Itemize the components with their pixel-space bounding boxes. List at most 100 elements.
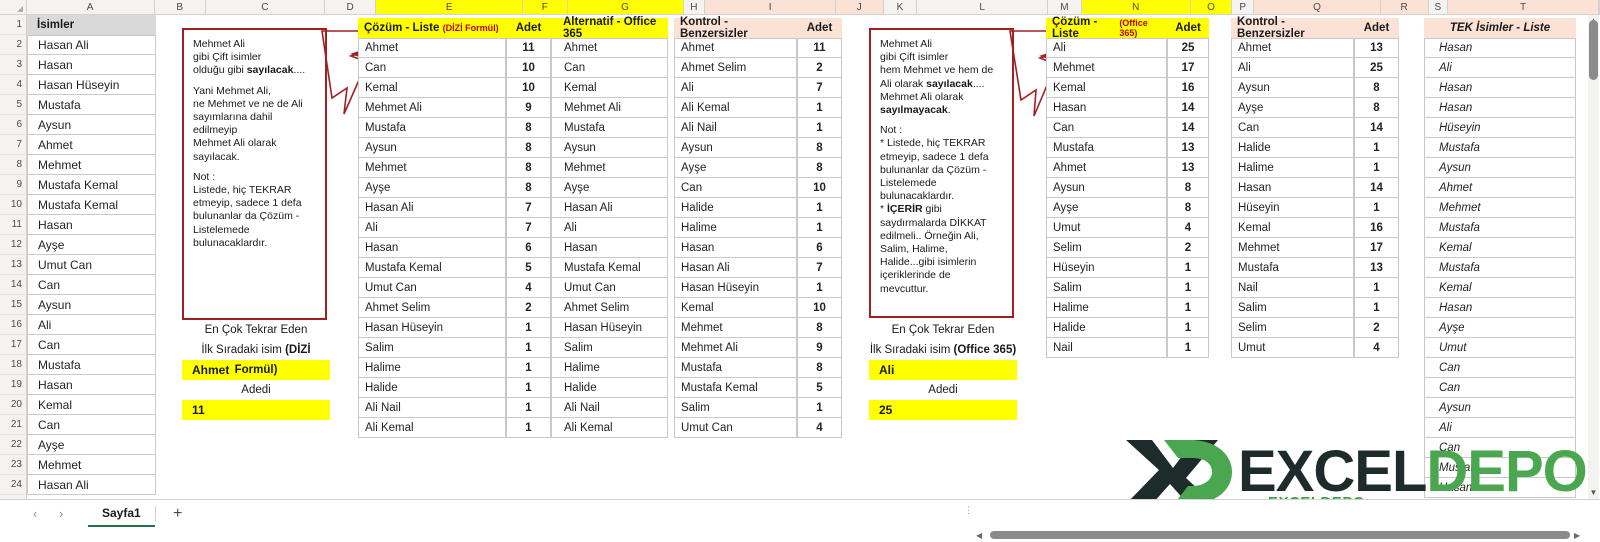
kontrol-1-name-cell[interactable]: Mehmet	[674, 318, 797, 338]
vertical-scrollbar-thumb[interactable]	[1589, 20, 1598, 80]
sheet-tab-sayfa1[interactable]: Sayfa1	[88, 501, 155, 527]
kontrol-1-name-cell[interactable]: Hasan	[674, 238, 797, 258]
cozum-dizi-adet-cell[interactable]: 2	[506, 298, 551, 318]
kontrol-2-adet-cell[interactable]: 1	[1354, 138, 1399, 158]
column-header-D[interactable]: D	[324, 0, 377, 14]
kontrol-2-adet-cell[interactable]: 17	[1354, 238, 1399, 258]
kontrol-1-adet-cell[interactable]: 1	[797, 278, 842, 298]
kontrol-2-name-cell[interactable]: Halime	[1231, 158, 1354, 178]
kontrol-1-adet-cell[interactable]: 4	[797, 418, 842, 438]
isimler-cell[interactable]: Mustafa	[27, 355, 156, 375]
kontrol-2-name-cell[interactable]: Umut	[1231, 338, 1354, 358]
cozum-dizi-name-cell[interactable]: Halime	[358, 358, 506, 378]
tek-isimler-cell[interactable]: Umut	[1424, 338, 1576, 358]
kontrol-2-name-cell[interactable]: Hasan	[1231, 178, 1354, 198]
cozum-dizi-adet-cell[interactable]: 1	[506, 338, 551, 358]
cozum-365-name-cell[interactable]: Aysun	[1046, 178, 1167, 198]
column-header-J[interactable]: J	[836, 0, 884, 14]
kontrol-2-name-cell[interactable]: Ayşe	[1231, 98, 1354, 118]
cozum-365-name-cell[interactable]: Umut	[1046, 218, 1167, 238]
cozum-365-name-cell[interactable]: Selim	[1046, 238, 1167, 258]
kontrol-1-adet-cell[interactable]: 7	[797, 78, 842, 98]
cozum-dizi-name-cell[interactable]: Mehmet Ali	[358, 98, 506, 118]
column-header-O[interactable]: O	[1190, 0, 1233, 14]
kontrol-2-name-cell[interactable]: Ahmet	[1231, 38, 1354, 58]
row-header-14[interactable]: 14	[0, 275, 26, 295]
tek-isimler-cell[interactable]: Mustafa	[1424, 218, 1576, 238]
cozum-dizi-adet-cell[interactable]: 11	[506, 38, 551, 58]
cozum-365-name-cell[interactable]: Hasan	[1046, 98, 1167, 118]
cozum-dizi-name-cell[interactable]: Ahmet Selim	[358, 298, 506, 318]
cozum-dizi-name-cell[interactable]: Hasan Ali	[358, 198, 506, 218]
tek-isimler-cell[interactable]: Ahmet	[1424, 178, 1576, 198]
kontrol-2-name-cell[interactable]: Ali	[1231, 58, 1354, 78]
cozum-365-name-cell[interactable]: Can	[1046, 118, 1167, 138]
isimler-cell[interactable]: Mustafa Kemal	[27, 175, 156, 195]
cozum-365-name-cell[interactable]: Ali	[1046, 38, 1167, 58]
isimler-cell[interactable]: Can	[27, 275, 156, 295]
isimler-cell[interactable]: Mustafa	[27, 95, 156, 115]
kontrol-1-adet-cell[interactable]: 10	[797, 178, 842, 198]
cozum-dizi-alt-cell[interactable]: Hasan Ali	[551, 198, 668, 218]
cozum-dizi-alt-cell[interactable]: Hasan	[551, 238, 668, 258]
kontrol-1-adet-cell[interactable]: 8	[797, 138, 842, 158]
cozum-dizi-alt-cell[interactable]: Kemal	[551, 78, 668, 98]
cozum-365-name-cell[interactable]: Halime	[1046, 298, 1167, 318]
kontrol-1-adet-cell[interactable]: 6	[797, 238, 842, 258]
cozum-dizi-alt-cell[interactable]: Halime	[551, 358, 668, 378]
cozum-365-name-cell[interactable]: Ayşe	[1046, 198, 1167, 218]
tek-isimler-cell[interactable]: Ayşe	[1424, 318, 1576, 338]
cozum-dizi-alt-cell[interactable]: Ali	[551, 218, 668, 238]
sheet-next-button[interactable]: ›	[48, 501, 74, 527]
row-header-22[interactable]: 22	[0, 435, 26, 455]
row-header-10[interactable]: 10	[0, 195, 26, 215]
column-header-M[interactable]: M	[1048, 0, 1082, 14]
scroll-down-icon[interactable]: ▼	[1589, 488, 1598, 497]
summary2-count-value[interactable]: 25	[869, 400, 1017, 420]
kontrol-2-adet-cell[interactable]: 8	[1354, 78, 1399, 98]
cozum-dizi-alt-cell[interactable]: Mustafa	[551, 118, 668, 138]
cozum-dizi-adet-cell[interactable]: 6	[506, 238, 551, 258]
kontrol-2-name-cell[interactable]: Aysun	[1231, 78, 1354, 98]
row-header-18[interactable]: 18	[0, 355, 26, 375]
kontrol-1-name-cell[interactable]: Salim	[674, 398, 797, 418]
isimler-cell[interactable]: Umut Can	[27, 255, 156, 275]
kontrol-2-adet-cell[interactable]: 14	[1354, 178, 1399, 198]
kontrol-2-name-cell[interactable]: Mehmet	[1231, 238, 1354, 258]
kontrol-1-name-cell[interactable]: Mustafa Kemal	[674, 378, 797, 398]
isimler-cell[interactable]: Hasan Hüseyin	[27, 75, 156, 95]
isimler-cell[interactable]: Mustafa Kemal	[27, 195, 156, 215]
cozum-dizi-adet-cell[interactable]: 8	[506, 138, 551, 158]
column-header-R[interactable]: R	[1380, 0, 1429, 14]
cozum-365-name-cell[interactable]: Mustafa	[1046, 138, 1167, 158]
column-header-P[interactable]: P	[1232, 0, 1255, 14]
column-header-G[interactable]: G	[567, 0, 684, 14]
kontrol-2-adet-cell[interactable]: 4	[1354, 338, 1399, 358]
kontrol-1-adet-cell[interactable]: 1	[797, 118, 842, 138]
kontrol-2-name-cell[interactable]: Mustafa	[1231, 258, 1354, 278]
row-header-6[interactable]: 6	[0, 115, 26, 135]
row-header-12[interactable]: 12	[0, 235, 26, 255]
kontrol-1-adet-cell[interactable]: 1	[797, 218, 842, 238]
tek-isimler-cell[interactable]: Kemal	[1424, 238, 1576, 258]
kontrol-1-name-cell[interactable]: Aysun	[674, 138, 797, 158]
tek-isimler-cell[interactable]: Hasan	[1424, 298, 1576, 318]
kontrol-2-name-cell[interactable]: Halide	[1231, 138, 1354, 158]
kontrol-1-name-cell[interactable]: Mustafa	[674, 358, 797, 378]
kontrol-1-name-cell[interactable]: Kemal	[674, 298, 797, 318]
cozum-dizi-alt-cell[interactable]: Can	[551, 58, 668, 78]
cozum-dizi-adet-cell[interactable]: 1	[506, 358, 551, 378]
isimler-cell[interactable]: Hasan	[27, 375, 156, 395]
isimler-cell[interactable]: Mehmet	[27, 455, 156, 475]
tek-isimler-cell[interactable]: Can	[1424, 358, 1576, 378]
kontrol-1-adet-cell[interactable]: 10	[797, 298, 842, 318]
cozum-dizi-adet-cell[interactable]: 1	[506, 378, 551, 398]
cozum-dizi-name-cell[interactable]: Aysun	[358, 138, 506, 158]
cozum-365-adet-cell[interactable]: 1	[1167, 338, 1209, 358]
row-header-21[interactable]: 21	[0, 415, 26, 435]
cozum-365-adet-cell[interactable]: 14	[1167, 118, 1209, 138]
row-header-11[interactable]: 11	[0, 215, 26, 235]
kontrol-1-adet-cell[interactable]: 9	[797, 338, 842, 358]
cozum-365-name-cell[interactable]: Salim	[1046, 278, 1167, 298]
cozum-dizi-name-cell[interactable]: Halide	[358, 378, 506, 398]
